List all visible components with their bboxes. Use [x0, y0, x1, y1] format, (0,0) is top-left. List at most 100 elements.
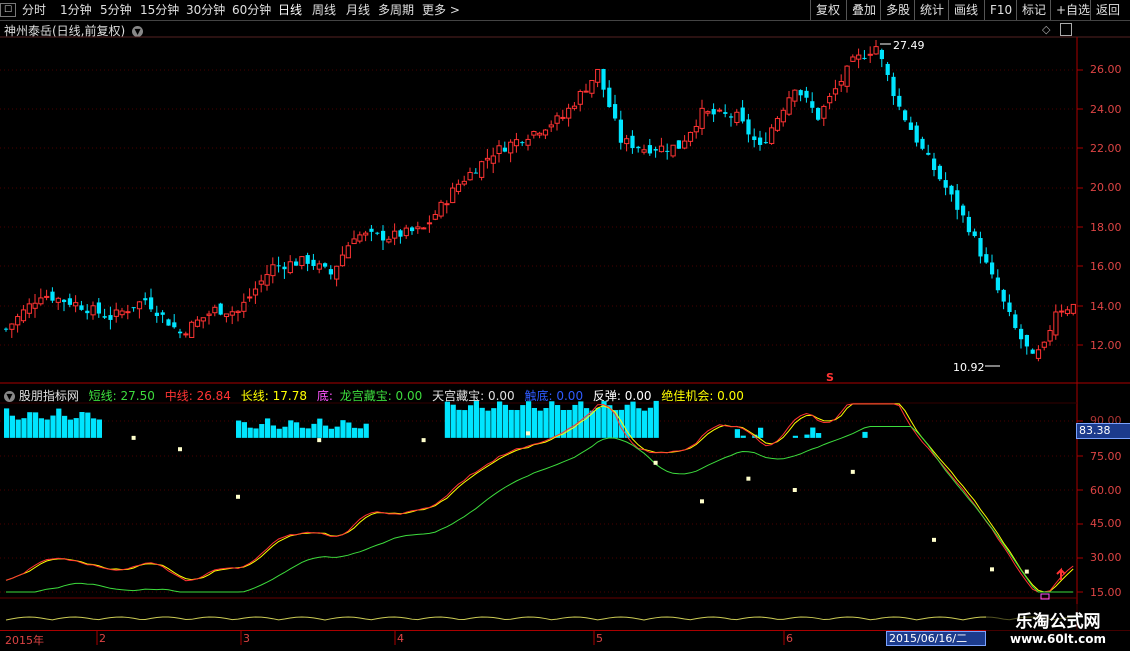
tab-fenshi[interactable]: 分时 [22, 0, 46, 20]
period-toolbar: ☐ 分时 1分钟 5分钟 15分钟 30分钟 60分钟 日线 周线 月线 多周期… [0, 0, 1130, 21]
ind-bar [520, 405, 525, 438]
ind-bar [758, 428, 763, 438]
ind-bar [27, 412, 32, 438]
ind-bar [503, 405, 508, 438]
statistics-button[interactable]: 统计 [914, 0, 949, 20]
candle-body-up [549, 125, 553, 127]
candle-body-down [665, 151, 669, 152]
restore-rights-button[interactable]: 复权 [810, 0, 845, 20]
candle-body-down [932, 159, 936, 170]
tab-60min[interactable]: 60分钟 [232, 0, 271, 20]
ind-bar [271, 425, 276, 437]
bottom-marker [1041, 594, 1049, 599]
price-tick: 22.00 [1090, 142, 1122, 155]
tab-more[interactable]: 更多 > [422, 0, 460, 20]
candle-body-up [317, 264, 321, 269]
candle-body-down [143, 298, 147, 300]
signal-marker [990, 567, 994, 571]
diamond-icon[interactable]: ◇ [1042, 23, 1050, 36]
candle-body-up [451, 188, 455, 203]
tab-daily[interactable]: 日线 [278, 0, 302, 20]
candle-body-down [978, 238, 982, 256]
candle-body-down [758, 138, 762, 145]
candle-body-up [21, 310, 25, 321]
candle-body-down [282, 267, 286, 270]
candle-body-up [509, 142, 513, 153]
candle-body-down [862, 58, 866, 59]
candle-body-up [416, 227, 420, 229]
candle-body-up [491, 156, 495, 163]
tab-monthly[interactable]: 月线 [346, 0, 370, 20]
selected-date-badge: 2015/06/16/二 [886, 631, 986, 646]
candle-body-up [485, 158, 489, 160]
tab-30min[interactable]: 30分钟 [186, 0, 225, 20]
candle-body-up [253, 289, 257, 295]
candle-body-up [271, 265, 275, 276]
tab-5min[interactable]: 5分钟 [100, 0, 132, 20]
tab-1min[interactable]: 1分钟 [60, 0, 92, 20]
candle-body-up [822, 106, 826, 118]
mark-button[interactable]: 标记 [1016, 0, 1051, 20]
tab-multi-period[interactable]: 多周期 [378, 0, 414, 20]
candle-body-down [990, 262, 994, 274]
candle-body-up [387, 239, 391, 242]
candle-body-down [961, 206, 965, 216]
ind-bar [311, 424, 316, 438]
candle-body-up [694, 126, 698, 131]
back-button[interactable]: 返回 [1090, 0, 1125, 20]
ind-bar [346, 422, 351, 437]
ind-bar [79, 412, 84, 438]
sell-signal-mark: S [826, 371, 834, 384]
menu-icon[interactable]: ☐ [0, 3, 16, 17]
multi-stock-button[interactable]: 多股 [880, 0, 915, 20]
draw-line-button[interactable]: 画线 [948, 0, 983, 20]
site-watermark: 乐淘公式网 www.60lt.com [986, 604, 1130, 650]
candle-body-down [619, 120, 623, 143]
candle-body-down [636, 147, 640, 148]
legend-bottom: 底: [317, 389, 333, 403]
candle-body-up [236, 311, 240, 312]
candle-body-up [1071, 304, 1075, 313]
candle-body-up [543, 130, 547, 135]
stock-title: 神州泰岳(日线,前复权) [4, 24, 125, 38]
f10-button[interactable]: F10 [984, 0, 1017, 20]
ind-bar [642, 411, 647, 438]
candle-body-down [955, 190, 959, 210]
candle-body-down [103, 316, 107, 318]
candle-body-down [4, 329, 8, 330]
candle-body-down [938, 166, 942, 179]
candle-body-down [967, 217, 971, 232]
panel-toggle-icon[interactable] [1060, 23, 1072, 36]
ind-bar [259, 424, 264, 438]
add-watchlist-button[interactable]: +自选 [1050, 0, 1095, 20]
legend-tiangong: 天宫藏宝: 0.00 [432, 389, 515, 403]
candle-body-down [984, 254, 988, 262]
indicator-settings-icon[interactable]: ▼ [4, 391, 15, 402]
candle-body-up [775, 119, 779, 131]
candle-body-up [793, 90, 797, 101]
candle-body-down [920, 139, 924, 149]
ind-bar [62, 416, 67, 438]
tab-15min[interactable]: 15分钟 [140, 0, 179, 20]
ind-bar [445, 402, 450, 438]
ind-bar [56, 409, 61, 438]
indicator-name[interactable]: 股朋指标网 [19, 389, 79, 403]
current-value-badge: 83.38 [1076, 423, 1130, 439]
overlay-button[interactable]: 叠加 [846, 0, 881, 20]
candle-body-down [886, 64, 890, 75]
ind-bar [862, 432, 867, 438]
date-tick: 6 [786, 632, 793, 645]
ind-bar [253, 428, 258, 437]
ind-bar [648, 408, 653, 438]
candle-body-up [590, 80, 594, 93]
tab-weekly[interactable]: 周线 [312, 0, 336, 20]
ind-bar [509, 410, 514, 438]
ind-bar [793, 436, 798, 438]
candle-body-down [68, 298, 72, 305]
chart-title: 神州泰岳(日线,前复权) ▼ [4, 22, 143, 39]
candle-body-up [770, 128, 774, 144]
candle-body-up [427, 223, 431, 224]
ind-bar [578, 401, 583, 437]
candle-body-up [874, 47, 878, 54]
chevron-down-icon[interactable]: ▼ [132, 26, 143, 37]
